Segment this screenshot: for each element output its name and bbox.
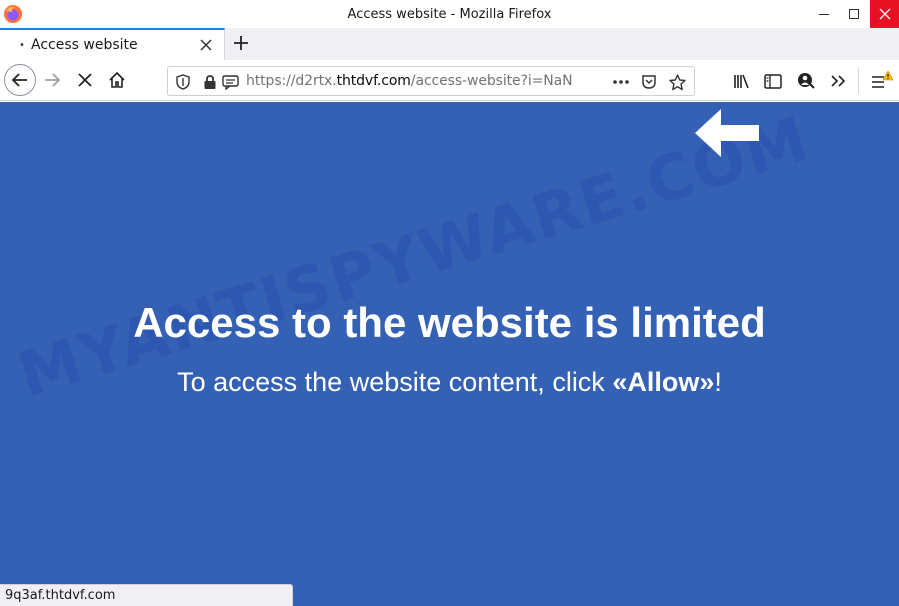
lock-icon[interactable] — [201, 73, 219, 91]
tab-strip: • Access website — [0, 28, 899, 60]
close-window-button[interactable] — [870, 0, 899, 28]
tab-loading-dot: • — [19, 40, 25, 51]
tab-title: Access website — [31, 37, 138, 53]
tab-access-website[interactable]: • Access website — [0, 28, 225, 60]
back-arrow-icon — [11, 73, 27, 87]
url-bar[interactable]: https://d2rtx.thtdvf.com/access-website?… — [167, 66, 695, 96]
back-button[interactable] — [4, 64, 36, 96]
headline: Access to the website is limited — [133, 299, 766, 346]
home-icon — [109, 71, 125, 88]
maximize-icon — [849, 9, 859, 19]
message-icon[interactable] — [221, 73, 239, 91]
shield-icon[interactable] — [174, 73, 192, 91]
subline: To access the website content, click «Al… — [0, 367, 899, 398]
plus-icon[interactable] — [231, 33, 251, 53]
home-button[interactable] — [105, 68, 129, 92]
window-title: Access website - Mozilla Firefox — [347, 7, 552, 22]
sidebar-icon[interactable] — [762, 70, 784, 92]
account-icon[interactable] — [795, 70, 817, 92]
url-prefix: https://d2rtx. — [246, 73, 337, 89]
minimize-icon — [819, 14, 829, 15]
subline-text: To access the website content, click — [177, 367, 613, 397]
subline-allow: «Allow» — [612, 367, 715, 397]
url-suffix: /access-website?i=NaN — [410, 73, 573, 89]
white-arrow-icon — [695, 109, 759, 157]
minimize-button[interactable] — [810, 0, 838, 28]
forward-arrow-icon — [45, 73, 61, 87]
title-bar: Access website - Mozilla Firefox — [0, 0, 899, 28]
pocket-icon[interactable] — [640, 73, 658, 91]
close-icon — [879, 8, 890, 20]
forward-button[interactable] — [40, 68, 64, 92]
stop-button[interactable] — [73, 68, 97, 92]
page-content: MYANTISPYWARE.COM Access to the website … — [0, 102, 899, 606]
status-url: 9q3af.thtdvf.com — [5, 588, 116, 603]
url-text[interactable]: https://d2rtx.thtdvf.com/access-website?… — [246, 73, 573, 89]
toolbar-separator — [858, 68, 859, 94]
stop-icon — [78, 73, 92, 87]
maximize-button[interactable] — [840, 0, 868, 28]
tab-close-icon[interactable] — [199, 38, 213, 52]
hamburger-menu-icon — [872, 70, 894, 88]
url-domain: thtdvf.com — [336, 73, 411, 89]
library-icon[interactable] — [731, 70, 753, 92]
subline-end: ! — [714, 367, 722, 397]
overflow-chevrons-icon[interactable] — [827, 70, 849, 92]
hamburger-menu-button[interactable] — [868, 70, 896, 92]
status-bar: 9q3af.thtdvf.com — [0, 584, 293, 606]
more-dots-icon[interactable] — [612, 73, 630, 91]
star-icon[interactable] — [668, 73, 686, 91]
navigation-bar: https://d2rtx.thtdvf.com/access-website?… — [0, 60, 899, 101]
